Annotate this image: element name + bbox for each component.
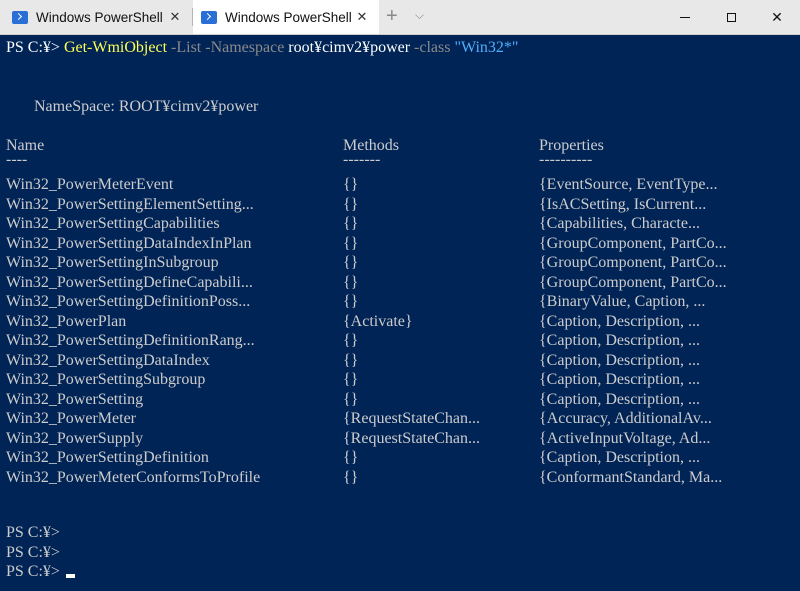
- param-list: -List: [167, 39, 202, 56]
- class-filter-string: "Win32*": [450, 39, 519, 56]
- cmdlet: Get-WmiObject: [63, 39, 168, 56]
- row-methods: {}: [343, 215, 359, 232]
- row-properties: {IsACSetting, IsCurrent...: [539, 195, 707, 213]
- row-properties: {GroupComponent, PartCo...: [539, 254, 727, 271]
- powershell-icon: [201, 10, 217, 24]
- close-tab-icon[interactable]: ✕: [353, 8, 371, 26]
- tab-label: Windows PowerShell: [36, 9, 163, 25]
- header-methods-underline: -------: [343, 151, 381, 168]
- row-name: Win32_PowerSetting: [6, 390, 144, 408]
- row-name: Win32_PowerSettingDefinitionPoss...: [6, 293, 251, 310]
- row-properties: {Caption, Description, ...: [539, 312, 700, 330]
- maximize-button[interactable]: [708, 0, 754, 34]
- row-methods: {}: [343, 234, 359, 252]
- row-methods: {}: [343, 332, 359, 349]
- row-name: Win32_PowerMeterEvent: [6, 176, 174, 193]
- row-name: Win32_PowerSettingDataIndexInPlan: [6, 234, 252, 252]
- command-line: PS C:¥> Get-WmiObject -List -Namespace r…: [6, 38, 518, 58]
- row-name: Win32_PowerSettingDataIndex: [6, 351, 210, 369]
- minimize-button[interactable]: [662, 0, 708, 34]
- row-properties: {Caption, Description, ...: [539, 390, 700, 408]
- powershell-icon: [12, 10, 28, 24]
- row-properties: {BinaryValue, Caption, ...: [539, 293, 706, 310]
- row-properties: {Caption, Description, ...: [539, 351, 700, 369]
- row-methods: {}: [343, 273, 359, 291]
- row-properties: {GroupComponent, PartCo...: [539, 273, 727, 291]
- maximize-icon: [726, 12, 736, 22]
- row-methods: {}: [343, 351, 359, 369]
- close-window-button[interactable]: ✕: [754, 0, 800, 34]
- header-properties-underline: ----------: [539, 151, 593, 168]
- row-properties: {ConformantStandard, Ma...: [539, 468, 723, 486]
- row-properties: {Caption, Description, ...: [539, 371, 700, 388]
- new-tab-button[interactable]: +: [386, 5, 398, 27]
- row-name: Win32_PowerSettingInSubgroup: [6, 254, 219, 271]
- row-name: Win32_PowerPlan: [6, 312, 127, 330]
- row-properties: {Capabilities, Characte...: [539, 215, 700, 232]
- row-properties: {EventSource, EventType...: [539, 176, 718, 193]
- trailing-prompt: PS C:¥>: [6, 544, 60, 561]
- row-methods: {}: [343, 195, 359, 213]
- row-properties: {Accuracy, AdditionalAv...: [539, 410, 712, 427]
- header-name-underline: ----: [6, 151, 28, 168]
- row-methods: {}: [343, 293, 359, 310]
- row-name: Win32_PowerSettingDefineCapabili...: [6, 273, 253, 291]
- row-name: Win32_PowerMeterConformsToProfile: [6, 468, 261, 486]
- namespace-argument: root¥cimv2¥power: [284, 39, 411, 56]
- row-name: Win32_PowerSettingDefinition: [6, 449, 209, 466]
- tab-powershell-2[interactable]: Windows PowerShell ✕: [193, 0, 379, 34]
- row-methods: {RequestStateChan...: [343, 429, 480, 447]
- row-methods: {RequestStateChan...: [343, 410, 480, 427]
- close-tab-icon[interactable]: ✕: [166, 8, 184, 26]
- namespace-line: NameSpace: ROOT¥cimv2¥power: [34, 98, 259, 115]
- trailing-prompt: PS C:¥>: [6, 524, 60, 541]
- param-class: -class: [410, 39, 451, 56]
- row-methods: {Activate}: [343, 312, 413, 330]
- title-bar: Windows PowerShell ✕ Windows PowerShell …: [0, 0, 800, 35]
- row-methods: {}: [343, 390, 359, 408]
- row-name: Win32_PowerSettingCapabilities: [6, 215, 220, 232]
- prompt: PS C:¥>: [6, 563, 60, 580]
- row-properties: {GroupComponent, PartCo...: [539, 234, 727, 252]
- row-methods: {}: [343, 254, 359, 271]
- minimize-icon: [680, 16, 690, 18]
- row-methods: {}: [343, 176, 359, 193]
- terminal-output[interactable]: PS C:¥> Get-WmiObject -List -Namespace r…: [0, 35, 800, 591]
- tab-label: Windows PowerShell: [225, 9, 352, 25]
- row-name: Win32_PowerSettingSubgroup: [6, 371, 206, 388]
- row-name: Win32_PowerSettingElementSetting...: [6, 195, 254, 213]
- row-methods: {}: [343, 468, 359, 486]
- row-properties: {ActiveInputVoltage, Ad...: [539, 429, 711, 447]
- row-properties: {Caption, Description, ...: [539, 332, 700, 349]
- row-name: Win32_PowerMeter: [6, 410, 136, 427]
- param-namespace: -Namespace: [201, 39, 285, 56]
- row-name: Win32_PowerSettingDefinitionRang...: [6, 332, 255, 349]
- row-name: Win32_PowerSupply: [6, 429, 144, 447]
- row-methods: {}: [343, 371, 359, 388]
- tab-powershell-1[interactable]: Windows PowerShell ✕: [0, 0, 192, 34]
- row-methods: {}: [343, 449, 359, 466]
- prompt: PS C:¥>: [6, 39, 64, 56]
- trailing-prompt-active: PS C:¥>: [6, 562, 75, 582]
- tab-dropdown-icon[interactable]: ⌵: [415, 8, 424, 23]
- text-cursor: [65, 574, 75, 578]
- row-properties: {Caption, Description, ...: [539, 449, 700, 466]
